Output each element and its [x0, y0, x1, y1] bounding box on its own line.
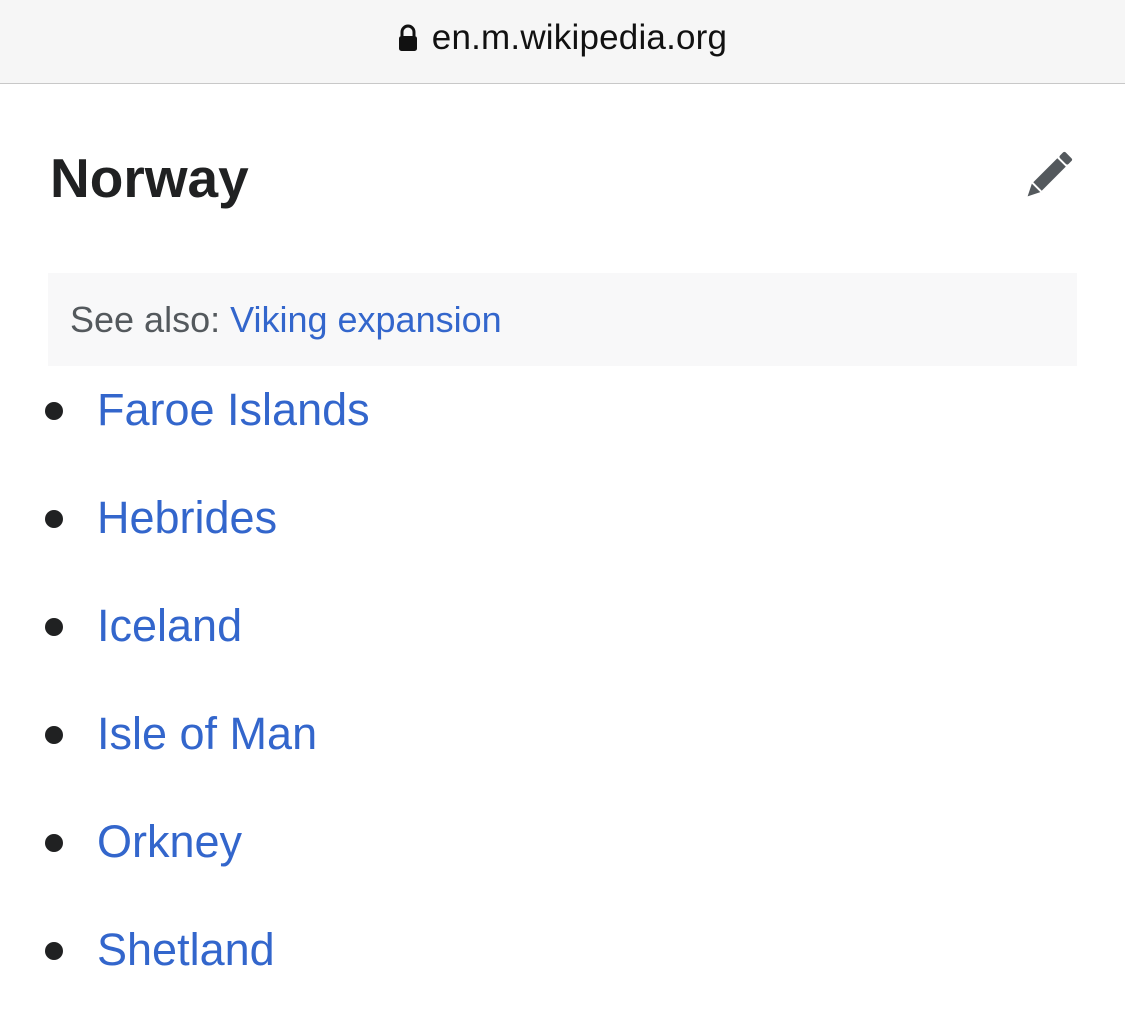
section-title: Norway — [50, 147, 249, 209]
url-display[interactable]: en.m.wikipedia.org — [398, 18, 727, 58]
bullet — [45, 726, 63, 744]
faroe-islands-link[interactable]: Faroe Islands — [97, 380, 370, 440]
hebrides-link[interactable]: Hebrides — [97, 488, 277, 548]
url-text: en.m.wikipedia.org — [431, 17, 728, 57]
lock-icon — [398, 24, 418, 52]
orkney-link[interactable]: Orkney — [97, 812, 242, 872]
see-also-hatnote: See also: Viking expansion — [48, 273, 1077, 366]
browser-url-bar[interactable]: en.m.wikipedia.org — [0, 0, 1125, 84]
pencil-icon[interactable] — [1016, 148, 1076, 208]
bullet — [45, 510, 63, 528]
viking-expansion-link[interactable]: Viking expansion — [230, 299, 502, 341]
see-also-label: See also: — [70, 298, 221, 340]
bullet — [45, 942, 63, 960]
bullet — [45, 834, 63, 852]
iceland-link[interactable]: Iceland — [97, 596, 242, 656]
bullet — [45, 402, 63, 420]
isle-of-man-link[interactable]: Isle of Man — [97, 704, 317, 764]
bullet — [45, 618, 63, 636]
shetland-link[interactable]: Shetland — [97, 920, 275, 980]
section-heading: Norway — [48, 140, 1078, 220]
